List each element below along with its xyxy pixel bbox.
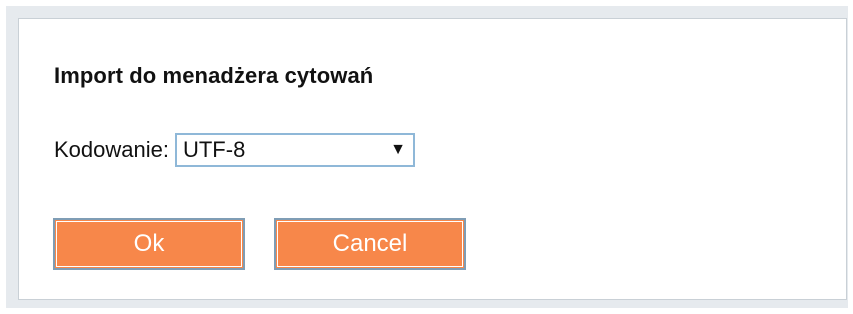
import-dialog: Import do menadżera cytowań Kodowanie: U… bbox=[18, 18, 847, 300]
dialog-frame: Import do menadżera cytowań Kodowanie: U… bbox=[6, 6, 848, 308]
dialog-title: Import do menadżera cytowań bbox=[54, 63, 374, 88]
encoding-row: Kodowanie: UTF-8 ▼ bbox=[54, 132, 415, 168]
encoding-label: Kodowanie: bbox=[54, 137, 169, 162]
encoding-select-value: UTF-8 bbox=[182, 137, 246, 162]
ok-button[interactable]: Ok bbox=[53, 218, 245, 270]
triangle-down-icon: ▼ bbox=[390, 141, 406, 158]
cancel-button[interactable]: Cancel bbox=[274, 218, 466, 270]
encoding-select[interactable]: UTF-8 ▼ bbox=[174, 133, 415, 167]
